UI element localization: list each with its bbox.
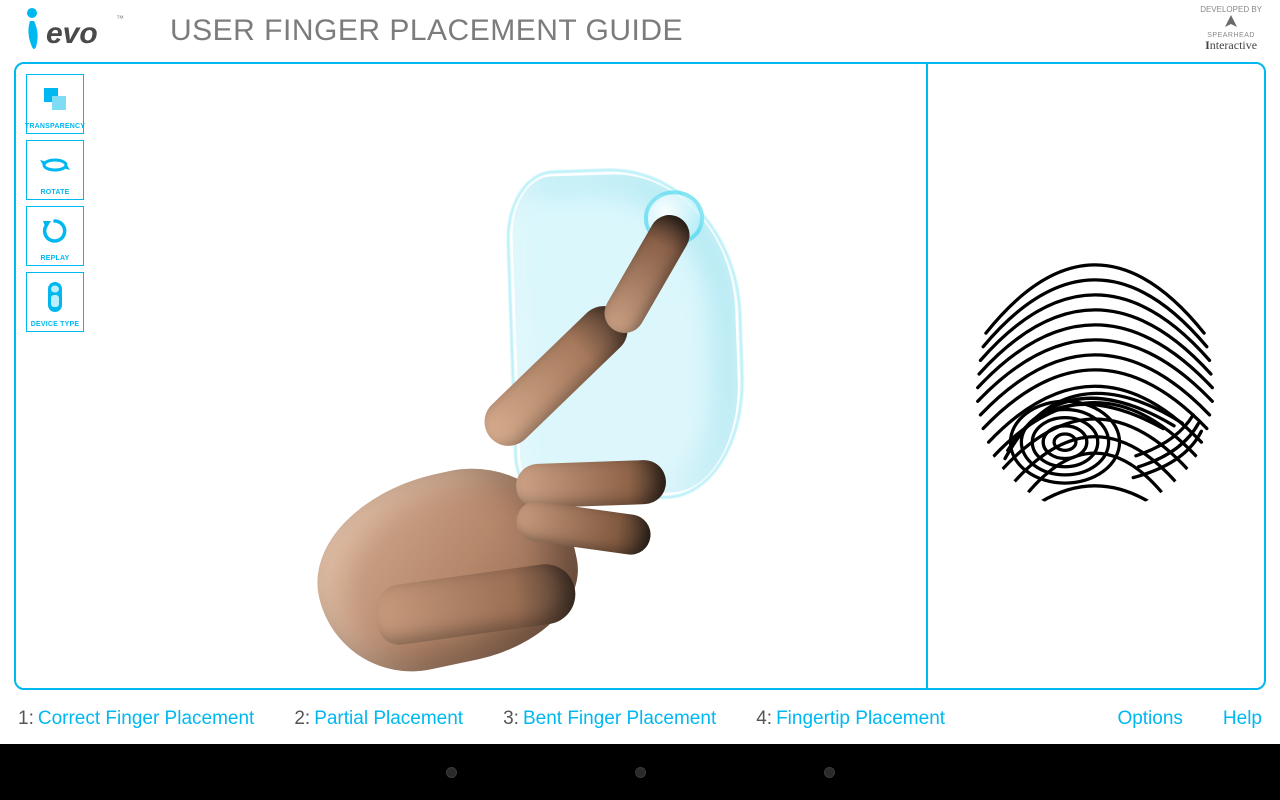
viewport-toolbar: TRANSPARENCY ROTATE REPLAY — [26, 74, 84, 332]
hand-model — [316, 324, 736, 664]
developer-credit: DEVELOPED BY SPEARHEAD IInteractiventera… — [1200, 6, 1262, 52]
brand-logo: evo ™ — [0, 7, 140, 55]
developer-name-2: IInteractiventeractive — [1200, 39, 1262, 52]
nav-correct-placement[interactable]: 1:Correct Finger Placement — [18, 708, 254, 730]
rotate-button[interactable]: ROTATE — [26, 140, 84, 200]
nav-label: Fingertip Placement — [776, 708, 945, 729]
tool-label: TRANSPARENCY — [25, 123, 85, 133]
main-stage: TRANSPARENCY ROTATE REPLAY — [14, 62, 1266, 690]
tool-label: ROTATE — [41, 189, 70, 199]
replay-icon — [41, 207, 69, 255]
help-link[interactable]: Help — [1223, 708, 1262, 730]
sysbar-home-icon[interactable] — [636, 768, 645, 777]
transparency-icon — [41, 75, 69, 123]
nav-label: Bent Finger Placement — [523, 708, 716, 729]
svg-text:™: ™ — [116, 14, 124, 23]
rotate-icon — [40, 141, 70, 189]
system-bar — [0, 744, 1280, 800]
logo-text: evo — [46, 17, 98, 50]
fingerprint-panel — [926, 64, 1264, 688]
nav-number: 2: — [294, 708, 310, 729]
tool-label: DEVICE TYPE — [31, 321, 80, 331]
nav-fingertip-placement[interactable]: 4:Fingertip Placement — [756, 708, 945, 730]
sysbar-back-icon[interactable] — [447, 768, 456, 777]
spearhead-icon — [1222, 15, 1240, 29]
nav-label: Partial Placement — [314, 708, 463, 729]
ievo-logo-icon: evo ™ — [18, 7, 128, 55]
header: evo ™ USER FINGER PLACEMENT GUIDE DEVELO… — [0, 0, 1280, 62]
viewport-3d[interactable]: TRANSPARENCY ROTATE REPLAY — [16, 64, 924, 688]
transparency-button[interactable]: TRANSPARENCY — [26, 74, 84, 134]
device-type-button[interactable]: DEVICE TYPE — [26, 272, 84, 332]
page-title: USER FINGER PLACEMENT GUIDE — [170, 14, 683, 48]
nav-number: 4: — [756, 708, 772, 729]
nav-partial-placement[interactable]: 2:Partial Placement — [294, 708, 463, 730]
device-type-icon — [46, 273, 64, 321]
replay-button[interactable]: REPLAY — [26, 206, 84, 266]
fingerprint-icon — [955, 224, 1235, 529]
footer-nav: 1:Correct Finger Placement 2:Partial Pla… — [0, 700, 1280, 738]
app-window: evo ™ USER FINGER PLACEMENT GUIDE DEVELO… — [0, 0, 1280, 800]
tool-label: REPLAY — [41, 255, 70, 265]
sysbar-recent-icon[interactable] — [825, 768, 834, 777]
nav-number: 1: — [18, 708, 34, 729]
developed-by-label: DEVELOPED BY — [1200, 6, 1262, 15]
nav-number: 3: — [503, 708, 519, 729]
options-link[interactable]: Options — [1117, 708, 1182, 730]
nav-label: Correct Finger Placement — [38, 708, 254, 729]
nav-bent-placement[interactable]: 3:Bent Finger Placement — [503, 708, 716, 730]
